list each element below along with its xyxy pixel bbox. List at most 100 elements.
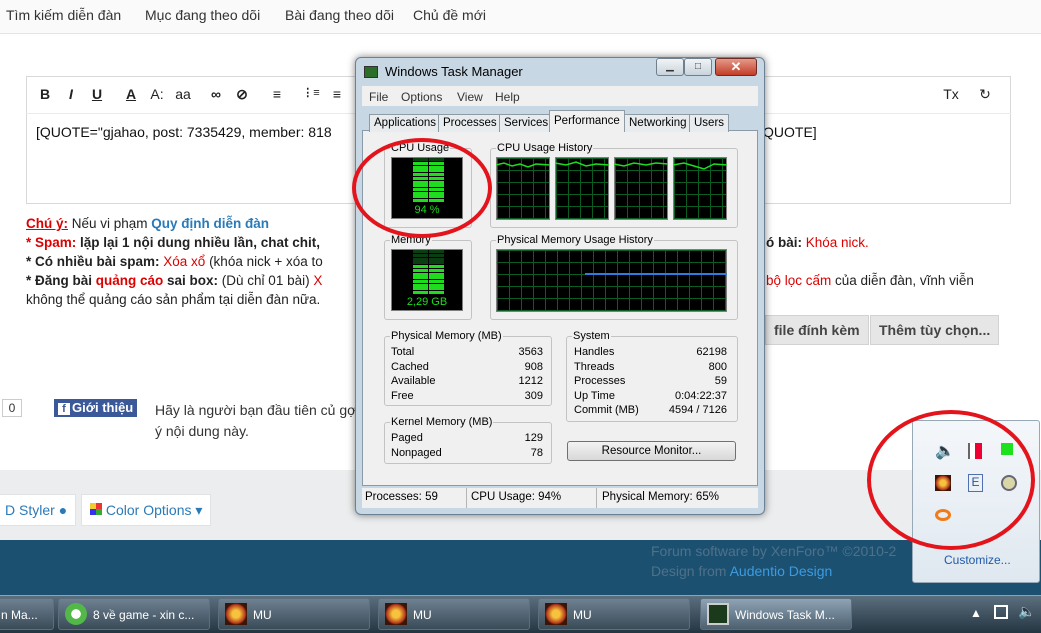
memory-meter-bar-segment	[429, 250, 444, 254]
tab-users[interactable]: Users	[689, 114, 730, 132]
task-manager-icon	[707, 603, 729, 625]
indent-icon[interactable]: ≡	[328, 86, 346, 102]
menu-help[interactable]: Help	[495, 90, 520, 104]
sys-commit-label: Commit (MB)	[574, 404, 639, 416]
text-color-button[interactable]: A	[122, 86, 140, 102]
color-options-button[interactable]: Color Options ▾	[81, 494, 212, 526]
taskbar-item-mu-2[interactable]: MU	[378, 598, 530, 630]
ad-end: của diễn đàn, vĩnh viễn	[831, 273, 974, 288]
pm-cached-label: Cached	[391, 361, 429, 373]
palette-icon	[90, 503, 102, 515]
memory-meter-bar-segment	[429, 276, 444, 280]
caret-down-icon: ▾	[195, 502, 203, 518]
unlink-icon[interactable]: ⊘	[233, 86, 251, 103]
font-size-button[interactable]: A:	[148, 86, 166, 102]
forum-nav-bar: Tìm kiếm diễn đàn Mục đang theo dõi Bài …	[0, 0, 1041, 34]
network-icon[interactable]	[994, 605, 1008, 619]
annotation-circle-tray	[867, 410, 1035, 550]
mu-game-icon	[545, 603, 567, 625]
status-cpu: CPU Usage: 94%	[471, 491, 562, 503]
rules-many-spam: * Có nhiều bài spam: Xóa xổ (khóa nick +…	[26, 254, 323, 269]
pm-free-label: Free	[391, 390, 414, 402]
italic-button[interactable]: I	[62, 86, 80, 102]
sys-uptime-value: 0:04:22:37	[675, 390, 727, 402]
underline-button[interactable]: U	[88, 86, 106, 102]
memory-meter-bar-segment	[429, 257, 444, 261]
audentio-link[interactable]: Audentio Design	[730, 563, 833, 579]
nav-watched-threads[interactable]: Mục đang theo dõi	[145, 7, 260, 23]
resource-monitor-button[interactable]: Resource Monitor...	[567, 441, 736, 461]
footer-design: Design from Audentio Design	[651, 563, 832, 579]
task-manager-title-icon	[364, 66, 378, 78]
spam-end-value: Khóa nick.	[802, 235, 869, 250]
forum-rules-link[interactable]: Quy định diễn đàn	[151, 216, 269, 231]
attach-files-button[interactable]: file đính kèm	[765, 315, 869, 345]
taskbar-item-mu-1[interactable]: MU	[218, 598, 370, 630]
menu-view[interactable]: View	[457, 90, 483, 104]
list-icon[interactable]: ⋮≡	[302, 86, 320, 99]
memory-history-label: Physical Memory Usage History	[496, 234, 654, 246]
editor-content[interactable]: [QUOTE="gjahao, post: 7335429, member: 8…	[36, 124, 332, 140]
tab-applications[interactable]: Applications	[369, 114, 442, 132]
mu-game-icon	[385, 603, 407, 625]
tab-services[interactable]: Services	[499, 114, 554, 132]
link-icon[interactable]: ∞	[207, 86, 225, 102]
maximize-button[interactable]: □	[684, 58, 712, 76]
rules-ads: * Đăng bài quảng cáo sai box: (Dù chỉ 01…	[26, 273, 322, 288]
spam-end-label: ó bài:	[766, 235, 802, 250]
spam-label: * Spam:	[26, 235, 77, 250]
align-icon[interactable]: ≡	[268, 86, 286, 102]
memory-meter-bar-segment	[413, 265, 428, 269]
status-memory: Physical Memory: 65%	[602, 491, 719, 503]
facebook-share-button[interactable]: f Giới thiệu	[54, 399, 138, 417]
remove-format-icon[interactable]: Tx	[942, 86, 960, 102]
taskbar-item-task-manager[interactable]: Windows Task M...	[700, 598, 852, 630]
font-family-button[interactable]: aa	[174, 86, 192, 102]
show-hidden-icons-arrow[interactable]: ▲	[970, 606, 982, 620]
droplet-icon: ●	[58, 502, 68, 518]
tab-processes[interactable]: Processes	[438, 114, 502, 132]
memory-meter-bar-segment	[413, 257, 428, 261]
rules-spam-end: ó bài: Khóa nick.	[766, 235, 869, 250]
minimize-button[interactable]: ▁	[656, 58, 684, 76]
many-spam-label: * Có nhiều bài spam:	[26, 254, 160, 269]
taskbar-item-mu-3-label: MU	[573, 608, 592, 622]
bold-button[interactable]: B	[36, 86, 54, 102]
nav-new-threads[interactable]: Chủ đề mới	[413, 7, 486, 23]
sys-processes-value: 59	[714, 375, 727, 387]
nav-watched-posts[interactable]: Bài đang theo dõi	[285, 7, 394, 23]
memory-meter-bar-segment	[413, 261, 428, 265]
volume-icon[interactable]: 🔈	[1018, 603, 1035, 620]
mu-game-icon	[225, 603, 247, 625]
memory-meter-bar-segment	[413, 287, 428, 291]
menu-options[interactable]: Options	[401, 90, 442, 104]
ad-text: (Dù chỉ 01 bài)	[218, 273, 314, 288]
tab-performance[interactable]: Performance	[549, 110, 625, 132]
status-processes: Processes: 59	[365, 491, 438, 503]
close-button[interactable]: ✕	[715, 58, 757, 76]
notice-text: Nếu vi phạm	[68, 216, 152, 231]
nav-search-forums[interactable]: Tìm kiếm diễn đàn	[6, 7, 121, 23]
taskbar-item-mu-1-label: MU	[253, 608, 272, 622]
toggle-bbcode-icon[interactable]: ↻	[976, 86, 994, 103]
tab-networking[interactable]: Networking	[624, 114, 692, 132]
km-paged-value: 129	[524, 432, 543, 444]
customize-link[interactable]: Customize...	[944, 553, 1011, 567]
facebook-share-label: Giới thiệu	[72, 400, 134, 415]
styler-button[interactable]: D Styler ●	[0, 494, 77, 526]
memory-meter-bar-segment	[429, 283, 444, 287]
system-tray: ▲ 🔈	[962, 598, 1041, 630]
taskbar-item-1[interactable]: n Ma...	[0, 598, 54, 630]
more-options-button[interactable]: Thêm tùy chọn...	[870, 315, 1000, 345]
kernel-memory-label: Kernel Memory (MB)	[390, 416, 494, 428]
taskbar-item-mu-3[interactable]: MU	[538, 598, 690, 630]
memory-meter-bar-segment	[413, 250, 428, 254]
sys-handles-value: 62198	[696, 346, 727, 358]
pm-total-label: Total	[391, 346, 415, 358]
sys-processes-label: Processes	[574, 375, 626, 387]
taskbar-item-browser[interactable]: 8 về game - xin c...	[58, 598, 210, 630]
ad-label2: sai box:	[163, 273, 219, 288]
menu-file[interactable]: File	[369, 90, 388, 104]
physical-memory-label: Physical Memory (MB)	[390, 330, 503, 342]
sys-commit-value: 4594 / 7126	[668, 404, 727, 416]
